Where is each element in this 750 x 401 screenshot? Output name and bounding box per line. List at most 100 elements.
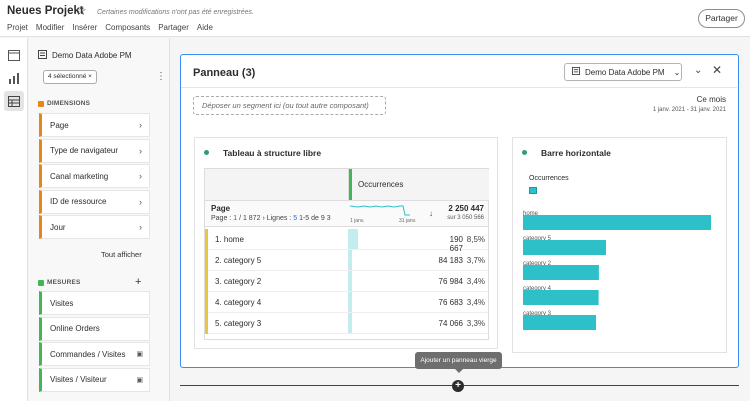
- sparkline-start: 1 janv.: [350, 218, 365, 224]
- bar[interactable]: [523, 265, 599, 280]
- metric-total: 2 250 447: [448, 204, 484, 213]
- data-view-icon: [572, 67, 580, 77]
- bar[interactable]: [523, 315, 597, 330]
- table-row[interactable]: 1. home 190 667 8,5%: [205, 229, 488, 253]
- metric-item[interactable]: Online Orders: [39, 316, 150, 341]
- rows-per-page[interactable]: 5: [293, 215, 297, 222]
- status-dot: [522, 150, 527, 155]
- bar[interactable]: [523, 240, 607, 255]
- chevron-right-icon[interactable]: ›: [139, 197, 142, 207]
- date-range-value[interactable]: 1 janv. 2021 - 31 janv. 2021: [653, 107, 726, 113]
- calculated-metric-icon: ▣: [136, 351, 143, 358]
- next-page-icon[interactable]: ›: [262, 215, 264, 222]
- table-row[interactable]: 5. category 3 74 066 3,3%: [205, 313, 488, 334]
- table-corner: [205, 169, 348, 200]
- table-subheader: Page Page : 1 / 1 872 › Lignes : 5 1-5 d…: [205, 200, 488, 227]
- calculated-metric-icon: ▣: [136, 376, 143, 384]
- horizontal-bar-card: Barre horizontale Occurrences home catego…: [512, 137, 727, 353]
- selection-chip[interactable]: 4 sélectionné ×: [43, 70, 97, 84]
- menu-inserer[interactable]: Insérer: [72, 23, 97, 32]
- dimension-item[interactable]: Page ›: [39, 113, 150, 137]
- date-range-label[interactable]: Ce mois: [697, 95, 726, 104]
- share-button[interactable]: Partager: [698, 9, 745, 28]
- data-view-icon: [38, 50, 47, 61]
- project-title[interactable]: Neues Projekt: [7, 5, 84, 17]
- dimension-icon: [38, 100, 44, 107]
- visualizations-icon[interactable]: [6, 70, 22, 86]
- components-panel: Demo Data Adobe PM 4 sélectionné × ⋮ DIM…: [29, 38, 197, 401]
- dimensions-section-label[interactable]: DIMENSIONS: [38, 100, 90, 107]
- freeform-table-card: Tableau à structure libre Occurrences Pa…: [194, 137, 498, 349]
- page-number[interactable]: 1: [233, 215, 237, 222]
- table-bar: [348, 292, 352, 312]
- chevron-right-icon[interactable]: ›: [139, 222, 142, 232]
- data-view-selector[interactable]: Demo Data Adobe PM: [38, 50, 132, 61]
- panel-data-view-button[interactable]: Demo Data Adobe PM ⌄: [564, 63, 682, 81]
- table-row[interactable]: 3. category 2 76 984 3,4%: [205, 271, 488, 292]
- sparkline-end: 31 janv.: [399, 218, 417, 224]
- segment-drop-zone[interactable]: Déposer un segment ici (ou tout autre co…: [193, 96, 386, 115]
- legend-swatch: [529, 187, 537, 194]
- menu-composants[interactable]: Composants: [105, 23, 150, 32]
- add-panel-icon[interactable]: +: [452, 380, 464, 392]
- menu-projet[interactable]: Projet: [7, 23, 28, 32]
- close-panel-icon[interactable]: ✕: [712, 63, 722, 77]
- dimension-item[interactable]: Type de navigateur ›: [39, 138, 150, 163]
- dimension-list: Page › Type de navigateur › Canal marketin…: [39, 113, 150, 241]
- table-pager: Page : 1 / 1 872 › Lignes : 5 1-5 de 9 3: [211, 215, 331, 222]
- table-row[interactable]: 4. category 4 76 683 3,4%: [205, 292, 488, 313]
- more-options-icon[interactable]: ⋮: [156, 71, 166, 82]
- chevron-right-icon[interactable]: ›: [139, 120, 142, 130]
- table-bar: [348, 229, 358, 249]
- chevron-down-icon: ⌄: [673, 67, 681, 77]
- metric-item[interactable]: Visites / Visiteur ▣: [39, 367, 150, 392]
- star-icon[interactable]: ☆: [75, 3, 87, 19]
- chart-title[interactable]: Barre horizontale: [541, 148, 611, 158]
- show-all-link[interactable]: Tout afficher: [101, 250, 142, 259]
- dimension-item[interactable]: Canal marketing ›: [39, 164, 150, 188]
- metrics-section-label[interactable]: MESURES: [38, 279, 81, 286]
- dimension-item[interactable]: Jour ›: [39, 215, 150, 239]
- metric-color-bar: [349, 169, 352, 200]
- panel-title[interactable]: Panneau (3): [193, 67, 255, 79]
- metric-column-header[interactable]: Occurrences: [348, 169, 489, 200]
- close-icon[interactable]: ×: [88, 73, 92, 80]
- dimension-item[interactable]: ID de ressource ›: [39, 189, 150, 214]
- analysis-panel: Panneau (3) Demo Data Adobe PM ⌄ ⌄ ✕ Dép…: [180, 54, 739, 368]
- panels-icon[interactable]: [6, 47, 22, 63]
- menu-partager[interactable]: Partager: [158, 23, 189, 32]
- left-rail: [0, 38, 28, 401]
- chevron-right-icon[interactable]: ›: [139, 146, 142, 156]
- add-metric-icon[interactable]: +: [135, 276, 141, 288]
- collapse-panel-icon[interactable]: ⌄: [694, 65, 702, 76]
- table-row[interactable]: 2. category 5 84 183 3,7%: [205, 250, 488, 271]
- save-status: Certaines modifications n'ont pas été en…: [97, 9, 254, 16]
- table-bar: [348, 271, 352, 291]
- bar[interactable]: [523, 290, 599, 305]
- chevron-right-icon[interactable]: ›: [139, 171, 142, 181]
- metric-icon: [38, 279, 44, 286]
- bar-chart: homecategory 5category 2category 4catego…: [523, 211, 711, 330]
- menu-modifier[interactable]: Modifier: [36, 23, 64, 32]
- legend-label: Occurrences: [529, 175, 569, 182]
- bar[interactable]: [523, 215, 711, 230]
- metric-item[interactable]: Visites: [39, 291, 150, 315]
- menu-bar: Projet Modifier Insérer Composants Parta…: [7, 23, 213, 32]
- add-panel-tooltip: Ajouter un panneau vierge: [415, 352, 502, 373]
- menu-aide[interactable]: Aide: [197, 23, 213, 32]
- data-view-name: Demo Data Adobe PM: [52, 51, 132, 60]
- freeform-title[interactable]: Tableau à structure libre: [223, 148, 321, 158]
- metric-list: Visites Online Orders Commandes / Visite…: [39, 291, 150, 393]
- dimension-header[interactable]: Page: [211, 204, 230, 213]
- metric-item[interactable]: Commandes / Visites ▣: [39, 342, 150, 366]
- components-icon[interactable]: [4, 91, 24, 111]
- table-bar: [348, 250, 353, 270]
- panel-divider: [181, 87, 737, 88]
- table-bar: [348, 313, 352, 333]
- sort-descending-icon[interactable]: ↓: [429, 209, 433, 218]
- app-header: Neues Projekt ☆ Certaines modifications …: [0, 0, 750, 37]
- status-dot: [204, 150, 209, 155]
- metric-total-sub: sur 3 050 566: [447, 215, 484, 221]
- freeform-table: Occurrences Page Page : 1 / 1 872 › Lign…: [204, 168, 489, 340]
- sparkline: [350, 205, 410, 216]
